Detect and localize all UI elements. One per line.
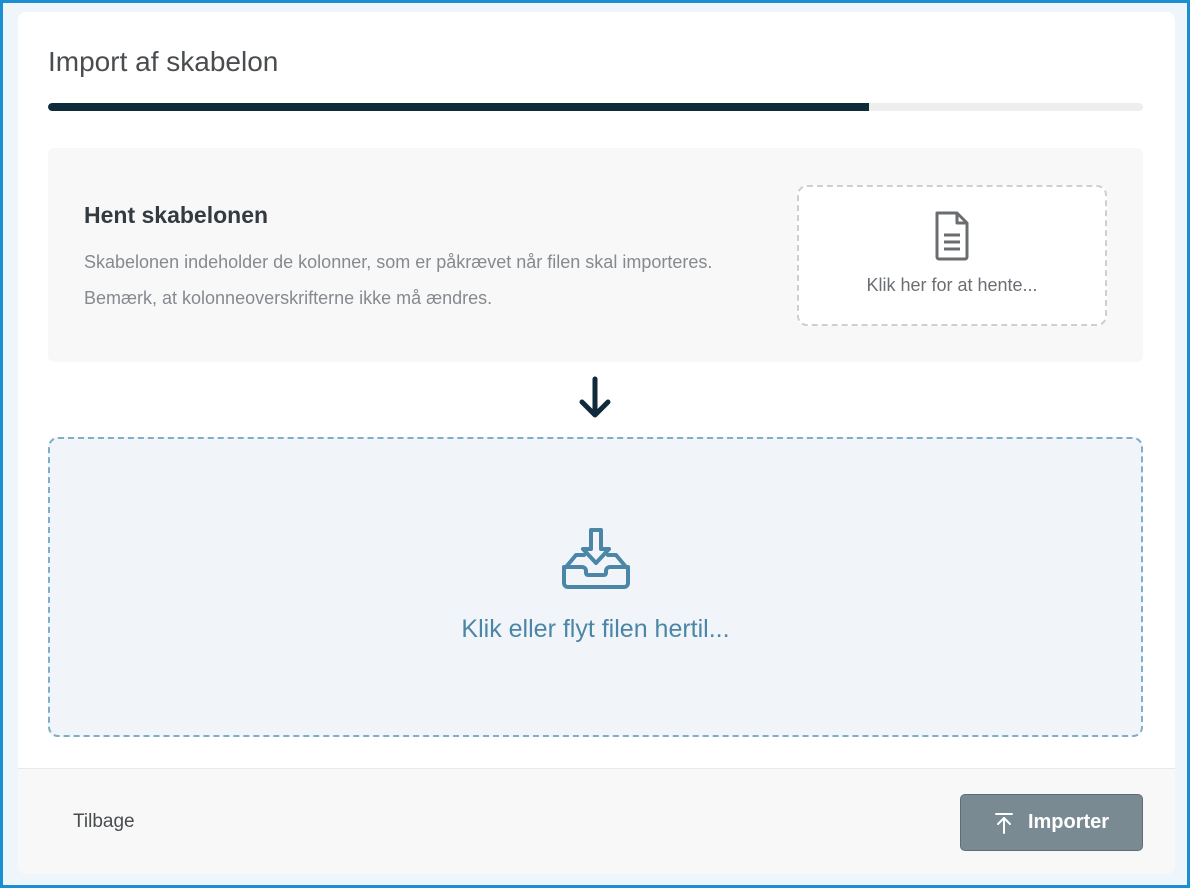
download-template-button[interactable]: Klik her for at hente...	[797, 185, 1107, 326]
document-icon	[935, 211, 969, 261]
back-button[interactable]: Tilbage	[73, 811, 135, 833]
template-card: Hent skabelonen Skabelonen indeholder de…	[48, 148, 1143, 362]
inbox-download-icon	[562, 528, 630, 589]
template-heading: Hent skabelonen	[84, 202, 269, 228]
progress-fill	[48, 103, 870, 111]
import-button[interactable]: Importer	[960, 794, 1143, 851]
import-button-label: Importer	[1027, 811, 1110, 833]
download-template-label: Klik her for at hente...	[866, 275, 1038, 295]
arrow-down-icon	[579, 376, 611, 418]
file-dropzone[interactable]: Klik eller flyt filen hertil...	[48, 437, 1143, 737]
upload-to-top-icon	[994, 812, 1013, 834]
template-description: Skabelonen indeholder de kolonner, som e…	[84, 252, 713, 308]
page-title: Import af skabelon	[48, 46, 279, 77]
import-dialog: Import af skabelon Hent skabelonen Skabe…	[18, 12, 1175, 874]
dropzone-label: Klik eller flyt filen hertil...	[461, 615, 730, 643]
progress-bar	[48, 103, 1143, 111]
dialog-footer: Tilbage Importer	[18, 768, 1175, 874]
